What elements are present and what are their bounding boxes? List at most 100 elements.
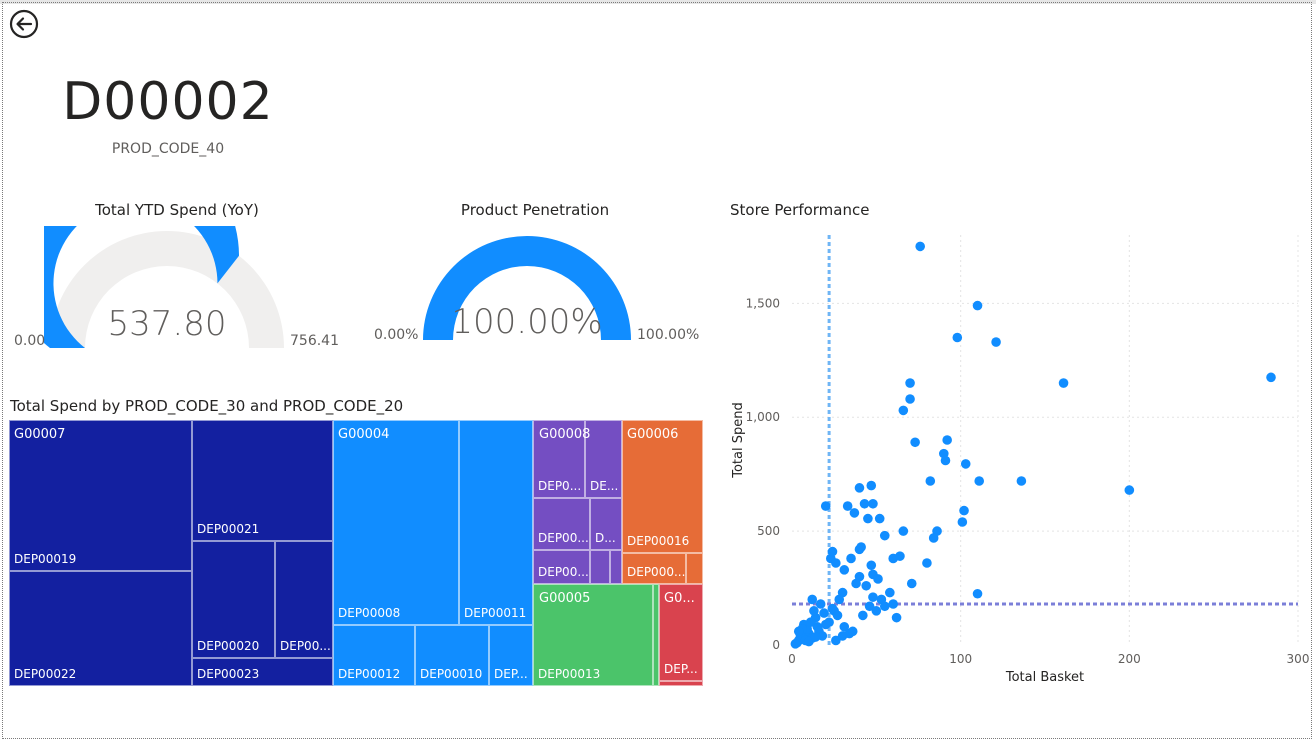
y-tick-label: 500 (757, 524, 780, 538)
scatter-point (972, 588, 983, 599)
treemap-group-label: G0... (664, 591, 695, 606)
scatter-point (895, 551, 905, 561)
scatter-point (888, 599, 898, 609)
scatter-point (827, 546, 838, 557)
x-tick-label: 200 (1118, 652, 1141, 666)
scatter-point (905, 378, 915, 388)
x-tick-label: 0 (788, 652, 796, 666)
gauge-title-penetration: Product Penetration (460, 201, 610, 219)
gauge-title-ytd-spend: Total YTD Spend (YoY) (95, 201, 259, 219)
scatter-point (942, 435, 952, 445)
scatter-point (854, 483, 865, 493)
treemap-tile[interactable]: DE... (585, 420, 622, 498)
treemap-tile[interactable]: DEP00... (533, 550, 590, 584)
treemap-tile[interactable]: DEP00008 (333, 420, 459, 625)
scatter-point (928, 533, 939, 543)
x-axis-title: Total Basket (1005, 670, 1084, 685)
scatter-title: Store Performance (730, 201, 870, 219)
scatter-point (863, 513, 873, 524)
back-arrow-icon[interactable] (9, 9, 39, 39)
scatter-point (952, 332, 963, 343)
scatter-point (1266, 372, 1276, 383)
scatter-point (834, 594, 845, 605)
scatter-point (790, 639, 801, 649)
scatter-point (856, 542, 866, 552)
x-tick-label: 300 (1287, 652, 1310, 666)
treemap-tile[interactable]: DEP00... (275, 541, 333, 658)
scatter-point (957, 517, 968, 527)
gauge-value-penetration: 100.00% (451, 302, 603, 342)
scatter-point (837, 631, 848, 641)
scatter-point (1058, 378, 1069, 388)
treemap: DEP00019 DEP00022 DEP00021 DEP00020 DEP0… (9, 420, 703, 686)
treemap-title: Total Spend by PROD_CODE_30 and PROD_COD… (10, 397, 404, 415)
treemap-tile[interactable] (590, 550, 610, 584)
treemap-tile[interactable] (659, 681, 703, 686)
scatter-point (820, 619, 831, 630)
treemap-tile[interactable]: D... (590, 498, 622, 550)
treemap-tile[interactable]: DEP000... (622, 553, 686, 584)
scatter-point (905, 394, 915, 404)
treemap-group-label: G00007 (14, 427, 66, 442)
gauge-value-ytd-spend: 537.80 (107, 304, 227, 344)
card-subtitle: PROD_CODE_40 (111, 141, 225, 157)
scatter-point (898, 405, 909, 416)
scatter-point (959, 505, 969, 516)
treemap-tile[interactable]: DEP00023 (192, 658, 333, 686)
treemap-tile[interactable]: DEP... (489, 625, 533, 686)
scatter-point (940, 455, 951, 466)
scatter-point (871, 606, 882, 616)
treemap-group-label: G00008 (539, 427, 591, 442)
scatter-chart: 0 100 200 300 0 500 1,000 1,500 Total Basket Tota… (731, 235, 1310, 685)
y-axis-title: Total Spend (731, 402, 746, 479)
scatter-point (859, 498, 870, 509)
scatter-point (832, 610, 843, 621)
treemap-group-label: G00004 (338, 427, 390, 442)
x-tick-label: 100 (949, 652, 972, 666)
scatter-point (885, 587, 895, 598)
scatter-point (925, 476, 936, 486)
treemap-tile[interactable]: DEP00012 (333, 625, 415, 686)
scatter-point (874, 513, 885, 524)
scatter-point (915, 241, 925, 252)
scatter-point (974, 476, 985, 486)
scatter-point (846, 553, 856, 564)
y-tick-label: 1,000 (746, 410, 780, 424)
treemap-tile[interactable] (686, 553, 703, 584)
scatter-point (868, 498, 878, 509)
treemap-tile[interactable] (610, 550, 622, 584)
scatter-point (810, 632, 821, 642)
scatter-point (842, 501, 853, 511)
scatter-point (831, 558, 841, 568)
scatter-point (873, 574, 883, 584)
treemap-tile[interactable]: DEP00022 (9, 571, 192, 686)
treemap-tile[interactable]: DEP00021 (192, 420, 333, 541)
treemap-tile[interactable]: DEP00019 (9, 420, 192, 571)
scatter-point (1124, 485, 1135, 495)
scatter-point (879, 530, 890, 541)
scatter-point (815, 599, 826, 609)
gauge-min-ytd-spend: 0.00 (14, 333, 46, 349)
gauge-min-penetration: 0.00% (374, 327, 419, 343)
treemap-group-label: G00005 (539, 591, 591, 606)
scatter-point (866, 480, 877, 491)
y-tick-label: 0 (772, 638, 780, 652)
scatter-point (906, 578, 917, 589)
scatter-point (868, 592, 878, 602)
treemap-tile[interactable]: DEP00010 (415, 625, 489, 686)
scatter-point (891, 612, 902, 623)
y-tick-label: 1,500 (746, 296, 780, 310)
scatter-point (805, 617, 816, 628)
scatter-point (960, 459, 971, 469)
gauge-max-penetration: 100.00% (637, 327, 700, 343)
treemap-tile[interactable]: DEP00020 (192, 541, 275, 658)
scatter-point (861, 580, 872, 591)
scatter-point (991, 337, 1001, 347)
scatter-point (972, 300, 983, 311)
treemap-tile[interactable]: DEP00011 (459, 420, 533, 625)
treemap-tile[interactable]: DEP00... (533, 498, 590, 550)
scatter-point (807, 594, 818, 605)
treemap-group-label: G00006 (627, 427, 679, 442)
card-value: D00002 (62, 72, 274, 132)
scatter-point (910, 437, 920, 448)
